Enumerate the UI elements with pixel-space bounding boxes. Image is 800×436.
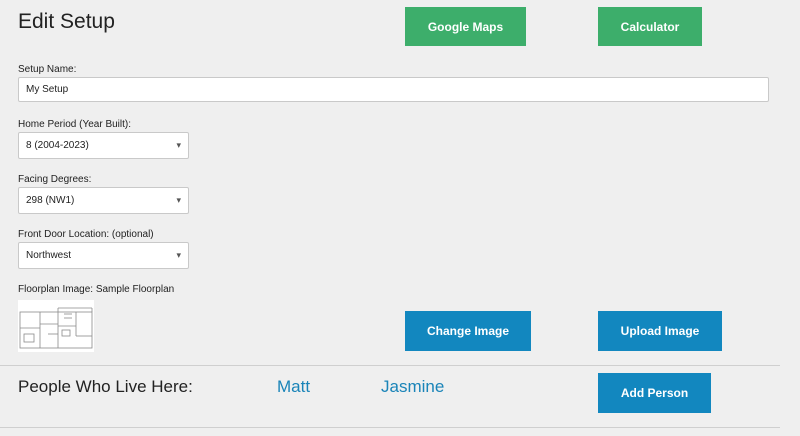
- person-link[interactable]: Jasmine: [381, 377, 444, 397]
- setup-name-label: Setup Name:: [18, 64, 77, 75]
- home-period-select[interactable]: 8 (2004-2023) ▾: [18, 132, 189, 159]
- front-door-value: Northwest: [26, 250, 72, 261]
- floorplan-thumbnail: [18, 300, 94, 352]
- add-person-button[interactable]: Add Person: [598, 373, 711, 413]
- person-link[interactable]: Matt: [277, 377, 310, 397]
- chevron-down-icon: ▾: [176, 250, 181, 260]
- calculator-button[interactable]: Calculator: [598, 7, 702, 46]
- people-heading: People Who Live Here:: [18, 377, 193, 396]
- page-title: Edit Setup: [18, 10, 115, 33]
- facing-degrees-label: Facing Degrees:: [18, 174, 92, 185]
- home-period-value: 8 (2004-2023): [26, 140, 89, 151]
- front-door-label: Front Door Location: (optional): [18, 229, 154, 240]
- home-period-label: Home Period (Year Built):: [18, 119, 132, 130]
- upload-image-button[interactable]: Upload Image: [598, 311, 722, 351]
- google-maps-button[interactable]: Google Maps: [405, 7, 526, 46]
- chevron-down-icon: ▾: [176, 195, 181, 205]
- front-door-select[interactable]: Northwest ▾: [18, 242, 189, 269]
- change-image-button[interactable]: Change Image: [405, 311, 531, 351]
- setup-name-input[interactable]: [18, 77, 769, 102]
- facing-degrees-value: 298 (NW1): [26, 195, 75, 206]
- section-divider: [0, 427, 780, 428]
- facing-degrees-select[interactable]: 298 (NW1) ▾: [18, 187, 189, 214]
- floorplan-label: Floorplan Image: Sample Floorplan: [18, 284, 175, 295]
- chevron-down-icon: ▾: [176, 140, 181, 150]
- section-divider: [0, 365, 780, 366]
